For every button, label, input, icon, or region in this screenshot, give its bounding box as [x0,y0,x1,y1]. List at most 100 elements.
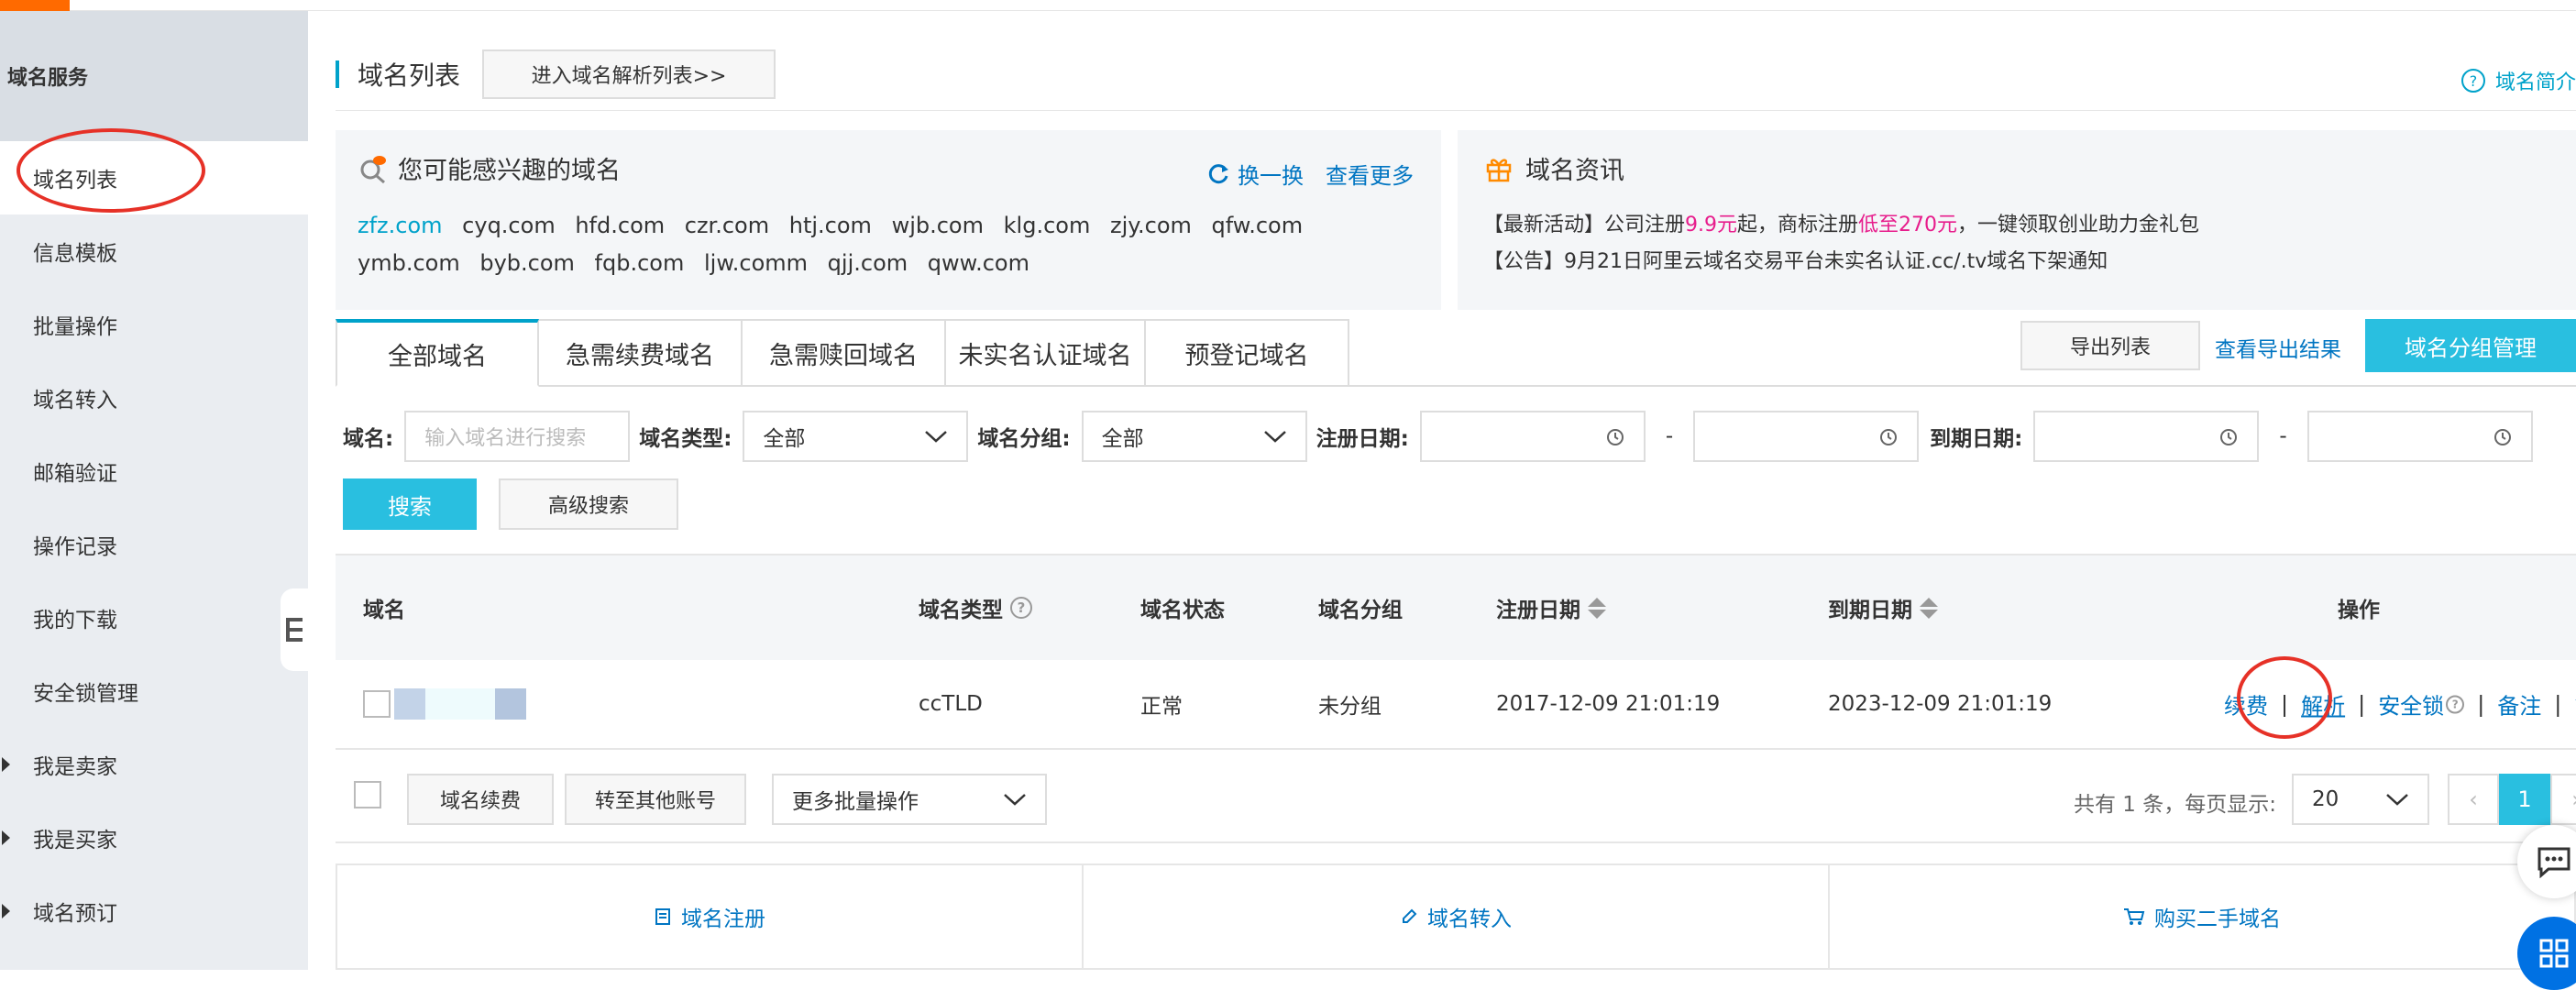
renew-link[interactable]: 续费 [2224,688,2268,720]
tab-all-domains[interactable]: 全部域名 [336,319,539,387]
sidebar-item-label: 域名转入 [33,389,117,412]
col-reg-date[interactable]: 注册日期 [1496,592,1606,623]
group-select[interactable]: 全部 [1081,411,1307,462]
domain-table: 域名 域名类型? 域名状态 域名分组 注册日期 到期日期 操作 ccTLD 正常… [336,554,2576,750]
chevron-down-icon [1263,431,1286,443]
help-link-label: 域名简介 [2494,72,2576,94]
search-button[interactable]: 搜索 [343,478,477,530]
sidebar-item-label: 域名列表 [33,169,117,192]
pagination-summary: 共有 1 条，每页显示: [2074,793,2277,817]
sidebar-item-batch[interactable]: 批量操作 [0,288,308,361]
reg-date-end-input[interactable] [1693,411,1920,462]
sidebar-item-downloads[interactable]: 我的下载 [0,581,308,654]
top-bar [0,0,2576,11]
tab-unverified[interactable]: 未实名认证域名 [946,319,1146,387]
refresh-link[interactable]: 换一换 [1238,158,1304,190]
dns-list-button[interactable]: 进入域名解析列表>> [482,50,776,99]
suggested-domain-link[interactable]: cyq.com [462,213,556,238]
apps-button[interactable] [2517,917,2576,990]
help-icon[interactable]: ? [1010,597,1032,619]
suggested-domain-link[interactable]: ljw.comm [704,250,808,276]
group-manage-button[interactable]: 域名分组管理 [2365,319,2576,372]
transfer-in-action[interactable]: 域名转入 [1084,865,1830,968]
pencil-icon [1403,908,1417,923]
tab-need-redeem[interactable]: 急需赎回域名 [743,319,946,387]
sidebar-item-op-log[interactable]: 操作记录 [0,508,308,581]
type-select[interactable]: 全部 [743,411,969,462]
more-link[interactable]: 查看更多 [1326,158,1414,190]
news-item-promo[interactable]: 【最新活动】公司注册9.9元起，商标注册低至270元，一键领取创业助力金礼包 [1483,207,2199,244]
remark-link[interactable]: 备注 [2497,688,2541,720]
sidebar-item-domain-list[interactable]: 域名列表 [0,141,308,214]
type-select-value: 全部 [763,427,806,451]
suggested-domain-link[interactable]: ymb.com [358,250,460,276]
dns-link[interactable]: 解析 [2301,688,2345,720]
suggested-domain-link[interactable]: wjb.com [892,213,984,238]
sidebar-item-lock-manage[interactable]: 安全锁管理 [0,654,308,728]
suggested-domain-link[interactable]: zfz.com [358,213,443,238]
export-result-link[interactable]: 查看导出结果 [2215,332,2341,363]
col-ops: 操作 [2338,599,2380,622]
help-link[interactable]: ? 域名简介 [2460,66,2576,95]
sidebar-item-buyer[interactable]: 我是买家 [0,801,308,874]
table-header: 域名 域名类型? 域名状态 域名分组 注册日期 到期日期 操作 [336,554,2576,660]
date-separator: - [2279,424,2287,448]
page-1-button[interactable]: 1 [2499,774,2550,825]
page-header: 域名列表 进入域名解析列表>> [336,50,776,99]
row-checkbox[interactable] [363,690,391,718]
buy-secondhand-action[interactable]: 购买二手域名 [1830,865,2574,968]
interest-title: 您可能感兴趣的域名 [398,157,621,185]
sort-icon [1920,597,1938,619]
chevron-down-icon [2386,794,2408,806]
row-select [363,688,526,720]
suggested-domain-link[interactable]: qjj.com [828,250,908,276]
domain-status: 正常 [1140,695,1183,719]
sidebar-item-info-template[interactable]: 信息模板 [0,214,308,288]
suggested-domain-link[interactable]: fqb.com [595,250,685,276]
export-list-button[interactable]: 导出列表 [2020,321,2200,370]
group-select-value: 全部 [1101,427,1144,451]
domain-type: ccTLD [919,692,983,716]
suggested-domain-link[interactable]: qww.com [928,250,1029,276]
suggested-domain-link[interactable]: qfw.com [1212,213,1304,238]
suggested-domain-link[interactable]: byb.com [479,250,575,276]
advanced-search-button[interactable]: 高级搜索 [499,478,678,530]
sidebar-item-transfer-in[interactable]: 域名转入 [0,361,308,434]
brand-accent [0,0,70,11]
clock-icon [1606,429,1624,446]
col-exp-date[interactable]: 到期日期 [1828,592,1938,623]
sidebar-item-reserve[interactable]: 域名预订 [0,874,308,948]
domain-name-redacted[interactable] [394,688,526,720]
select-all-checkbox[interactable] [354,781,381,808]
suggested-domain-link[interactable]: htj.com [789,213,872,238]
suggested-domain-link[interactable]: zjy.com [1110,213,1192,238]
suggested-domain-link[interactable]: klg.com [1004,213,1091,238]
gift-icon [1486,158,1512,182]
reg-date-start-input[interactable] [1419,411,1646,462]
prev-page-button[interactable]: ‹ [2448,774,2499,825]
register-domain-action[interactable]: 域名注册 [337,865,1084,968]
sidebar-collapse-toggle[interactable] [281,588,308,671]
help-icon[interactable]: ? [2446,695,2465,713]
sidebar-item-seller[interactable]: 我是卖家 [0,728,308,801]
batch-renew-button[interactable]: 域名续费 [407,774,554,825]
suggested-domain-link[interactable]: hfd.com [575,213,665,238]
exp-date-start-input[interactable] [2033,411,2260,462]
domain-search-input[interactable]: 输入域名进行搜索 [404,411,631,462]
next-page-button[interactable]: › [2550,774,2576,825]
separator: | [2477,691,2485,717]
page-size-select[interactable]: 20 [2292,774,2429,825]
batch-ops-select[interactable]: 更多批量操作 [772,774,1047,825]
news-panel: 域名资讯 【最新活动】公司注册9.9元起，商标注册低至270元，一键领取创业助力… [1458,130,2576,310]
sidebar-item-label: 安全锁管理 [33,682,138,706]
sidebar-item-label: 批量操作 [33,315,117,339]
transfer-account-button[interactable]: 转至其他账号 [565,774,746,825]
news-item-notice[interactable]: 【公告】9月21日阿里云域名交易平台未实名认证.cc/.tv域名下架通知 [1483,244,2199,280]
suggested-domain-link[interactable]: czr.com [685,213,769,238]
tab-preregistered[interactable]: 预登记域名 [1146,319,1349,387]
page-title: 域名列表 [358,60,461,91]
sidebar-item-email-verify[interactable]: 邮箱验证 [0,434,308,508]
lock-link[interactable]: 安全锁 [2378,688,2444,720]
exp-date-end-input[interactable] [2306,411,2533,462]
tab-need-renew[interactable]: 急需续费域名 [539,319,743,387]
